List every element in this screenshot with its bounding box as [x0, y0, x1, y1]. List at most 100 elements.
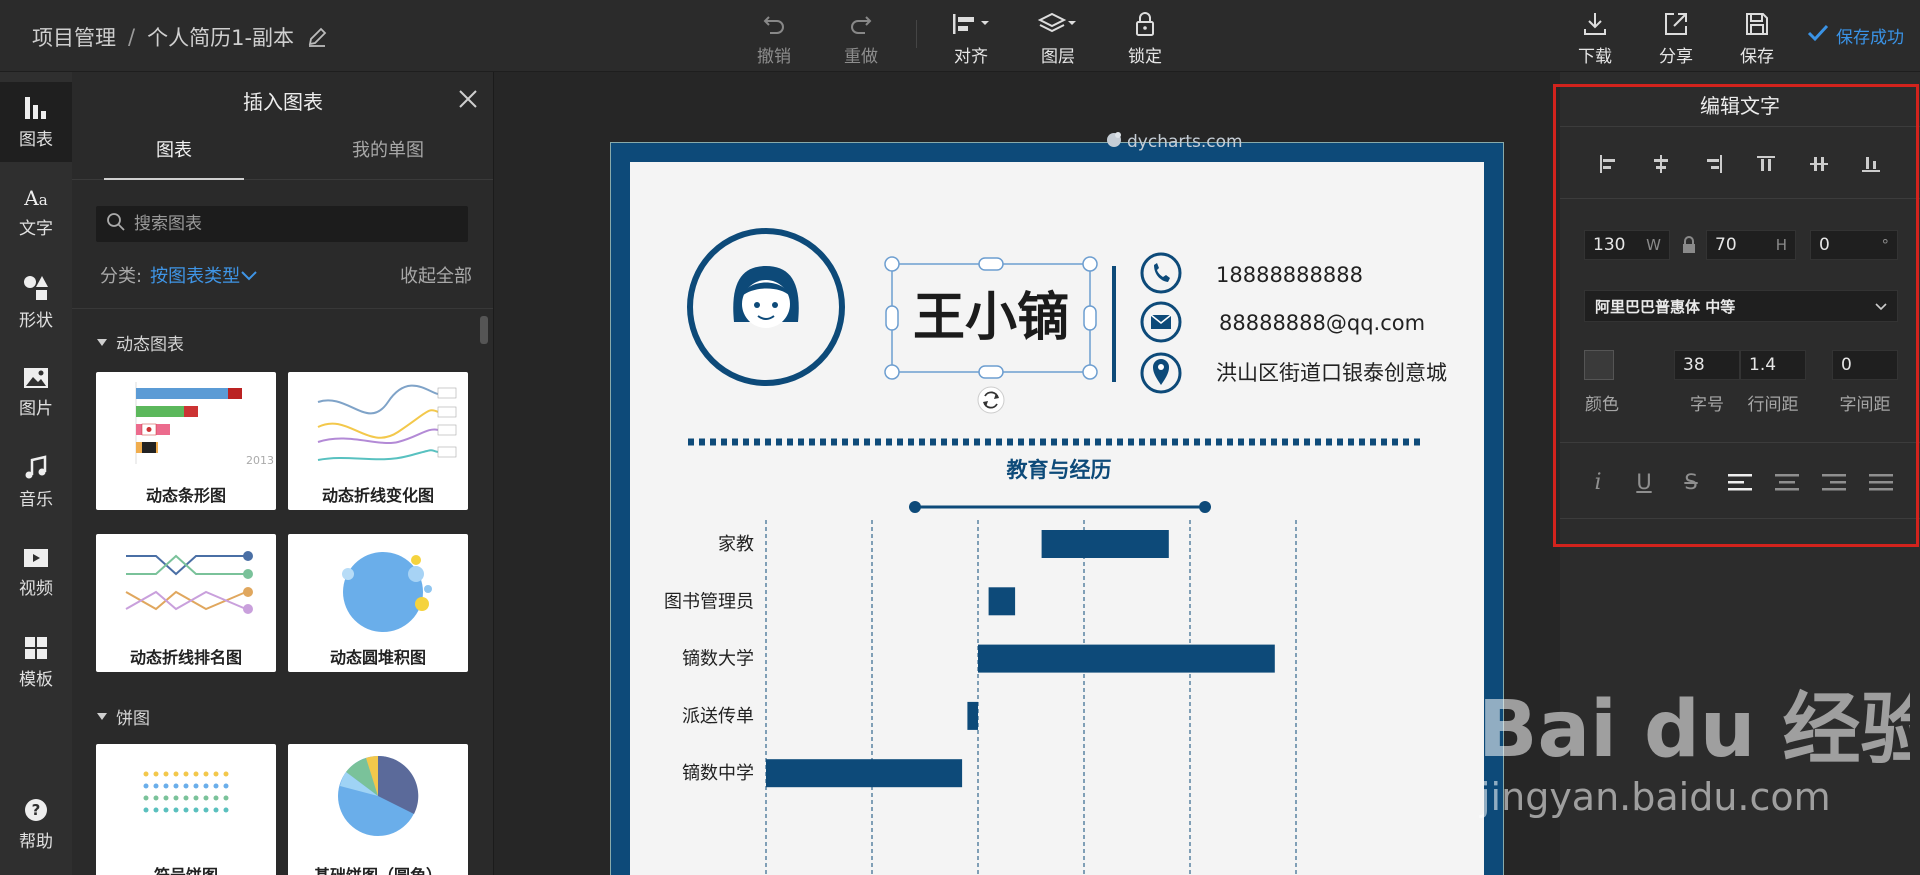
chart-bar[interactable]	[988, 587, 1016, 616]
rail-item-template[interactable]: 模板	[0, 622, 72, 702]
shapes-icon	[24, 275, 48, 300]
chart-bar[interactable]	[978, 644, 1275, 673]
panel-title: 插入图表	[243, 90, 323, 114]
text-justify-button[interactable]	[1861, 462, 1901, 502]
section-dynamic[interactable]: 动态图表	[96, 330, 184, 355]
collapse-all-button[interactable]: 收起全部	[400, 262, 472, 288]
breadcrumb-root[interactable]: 项目管理	[32, 22, 116, 52]
location-icon	[1140, 352, 1182, 394]
font-size-label: 字号	[1690, 395, 1724, 415]
lock-ratio-icon[interactable]	[1682, 236, 1696, 258]
rotate-handle[interactable]	[977, 386, 1005, 414]
resume-svg: 王小镝 18888888888 88888888@qq.com 洪山区街道口银泰…	[664, 228, 1447, 875]
dycharts-logo-icon	[1105, 130, 1123, 153]
text-align-right-icon	[1822, 474, 1846, 491]
chevron-down-icon[interactable]	[240, 266, 258, 287]
chart-card-dynamic-bar[interactable]: 2013 动态条形图	[96, 372, 276, 510]
text-align-center-icon	[1775, 474, 1799, 491]
text-color-swatch[interactable]	[1584, 350, 1614, 380]
chart-card-symbol-pie[interactable]: 符号饼图	[96, 744, 276, 875]
close-icon[interactable]	[457, 88, 479, 114]
share-icon	[1662, 8, 1690, 40]
chart-category-label: 镝数大学	[682, 649, 754, 670]
chart-card-line-ranking[interactable]: 动态折线排名图	[96, 534, 276, 672]
font-size-field[interactable]: 38	[1674, 350, 1740, 380]
experience-chart[interactable]: 家教图书管理员镝数大学派送传单镝数中学	[664, 520, 1297, 875]
section-pie[interactable]: 饼图	[96, 704, 150, 729]
rail-item-video[interactable]: 视频	[0, 532, 72, 612]
toolbar-divider	[916, 20, 917, 48]
caret-down-icon	[97, 338, 107, 346]
contact-address: 洪山区街道口银泰创意城	[1216, 361, 1447, 385]
insert-chart-panel: 插入图表 图表 我的单图 分类:按图表类型 收起全部 动态图表 2013 动态条…	[72, 72, 494, 875]
tab-my-charts[interactable]: 我的单图	[308, 128, 468, 180]
rail-item-text[interactable]: Aa 文字	[0, 172, 72, 252]
edit-name-icon[interactable]	[306, 26, 328, 48]
text-align-left-button[interactable]	[1720, 462, 1760, 502]
rotation-field[interactable]: 0 °	[1810, 230, 1898, 260]
basic-pie-thumbnail	[338, 755, 419, 836]
chart-bar[interactable]	[1041, 530, 1169, 558]
panel-divider	[72, 308, 493, 309]
height-field[interactable]: 70 H	[1706, 230, 1796, 260]
section-underline-dot-right	[1199, 501, 1211, 513]
chart-bar[interactable]	[766, 759, 963, 788]
category-dropdown[interactable]: 按图表类型	[150, 266, 240, 287]
text-align-center-button[interactable]	[1767, 462, 1807, 502]
align-left-button[interactable]	[1588, 144, 1628, 184]
chart-card-basic-pie[interactable]: 基础饼图（圆角）	[288, 744, 468, 875]
dycharts-watermark: dycharts.com	[1105, 130, 1243, 153]
align-hcenter-icon	[1654, 155, 1668, 173]
tab-charts[interactable]: 图表	[104, 128, 244, 180]
image-icon	[24, 367, 48, 388]
align-bottom-icon	[1862, 157, 1880, 172]
save-button[interactable]: 保存	[1724, 8, 1790, 68]
rp-divider	[1560, 518, 1920, 519]
lock-icon	[1132, 8, 1158, 40]
document-name[interactable]: 个人简历1-副本	[147, 22, 294, 52]
align-left-icon	[1600, 155, 1615, 173]
chart-card-dynamic-line[interactable]: 动态折线变化图	[288, 372, 468, 510]
symbol-pie-thumbnail	[143, 771, 229, 813]
underline-button[interactable]: U	[1624, 462, 1664, 502]
align-top-button[interactable]	[1746, 144, 1786, 184]
chart-category-label: 图书管理员	[664, 591, 754, 612]
search-input[interactable]	[134, 214, 454, 234]
save-status: 保存成功	[1806, 22, 1904, 49]
undo-button[interactable]: 撤销	[741, 8, 807, 68]
avatar[interactable]	[687, 228, 845, 386]
resume-name[interactable]: 王小镝	[913, 288, 1069, 348]
svg-text:?: ?	[32, 801, 41, 819]
rail-item-chart[interactable]: 图表	[0, 82, 72, 162]
chart-card-circle-pack[interactable]: 动态圆堆积图	[288, 534, 468, 672]
rp-divider	[1560, 126, 1920, 127]
line-height-field[interactable]: 1.4	[1740, 350, 1806, 380]
rail-item-shape[interactable]: 形状	[0, 262, 72, 342]
download-button[interactable]: 下载	[1562, 8, 1628, 68]
strikethrough-button[interactable]: S	[1671, 462, 1711, 502]
layer-button[interactable]: 图层	[1025, 8, 1091, 68]
rail-item-image[interactable]: 图片	[0, 352, 72, 432]
align-bottom-button[interactable]	[1851, 144, 1891, 184]
rail-item-music[interactable]: 音乐	[0, 442, 72, 522]
breadcrumb-separator: /	[128, 25, 136, 49]
italic-button[interactable]: i	[1578, 462, 1618, 502]
share-button[interactable]: 分享	[1643, 8, 1709, 68]
chart-bar[interactable]	[967, 701, 978, 730]
circle-pack-thumbnail	[342, 552, 432, 632]
font-family-select[interactable]: 阿里巴巴普惠体 中等	[1584, 290, 1898, 322]
resume-page: 王小镝 18888888888 88888888@qq.com 洪山区街道口银泰…	[630, 162, 1484, 875]
strikethrough-icon: S	[1684, 470, 1698, 494]
letter-spacing-field[interactable]: 0	[1832, 350, 1898, 380]
lock-button[interactable]: 锁定	[1112, 8, 1178, 68]
panel-scrollbar[interactable]	[480, 316, 488, 344]
rail-item-help[interactable]: ? 帮助	[0, 784, 72, 864]
text-align-right-button[interactable]	[1814, 462, 1854, 502]
text-justify-icon	[1869, 474, 1893, 491]
align-button[interactable]: 对齐	[938, 8, 1004, 68]
width-field[interactable]: 130 W	[1584, 230, 1670, 260]
align-right-button[interactable]	[1694, 144, 1734, 184]
align-hcenter-button[interactable]	[1641, 144, 1681, 184]
redo-button[interactable]: 重做	[828, 8, 894, 68]
align-vcenter-button[interactable]	[1799, 144, 1839, 184]
